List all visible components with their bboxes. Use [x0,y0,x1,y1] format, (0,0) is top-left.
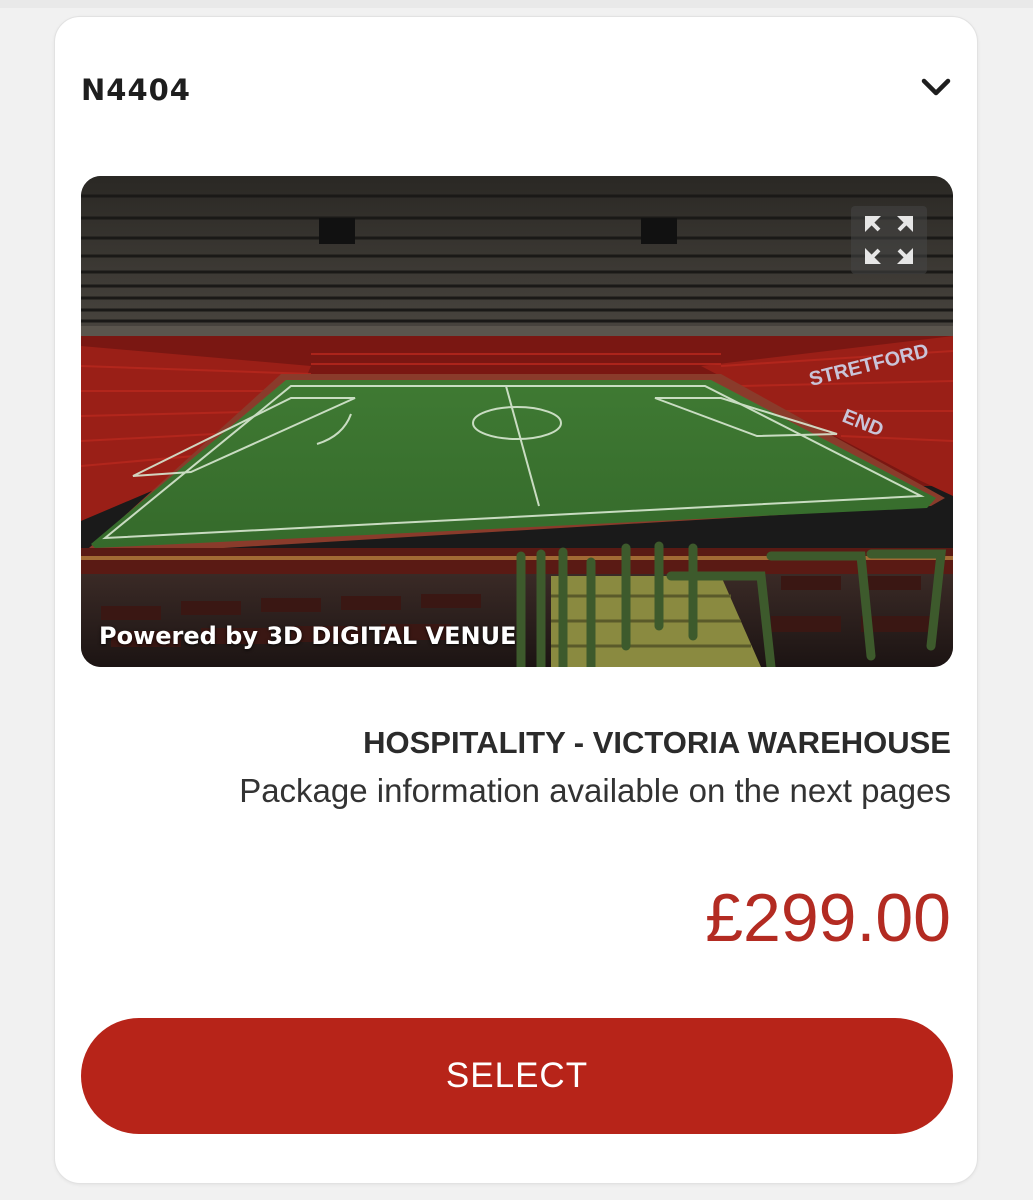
seat-code: N4404 [81,73,191,107]
select-button[interactable]: SELECT [81,1018,953,1134]
expand-icon [865,216,913,264]
stadium-view-image: STRETFORD END [81,176,953,667]
package-subtitle: Package information available on the nex… [239,772,951,809]
package-title: HOSPITALITY - VICTORIA WAREHOUSE [363,725,951,760]
top-strip [0,0,1033,8]
powered-by-label: Powered by 3D DIGITAL VENUE [99,622,517,650]
chevron-down-icon[interactable] [919,75,953,99]
stadium-view[interactable]: STRETFORD END Powered by 3D DIGITAL VENU… [81,176,953,667]
price-label: £299.00 [705,880,951,956]
seat-card: N4404 STRETFORD END Powered by 3D DIGITA… [54,16,978,1184]
fullscreen-button[interactable] [851,206,927,274]
